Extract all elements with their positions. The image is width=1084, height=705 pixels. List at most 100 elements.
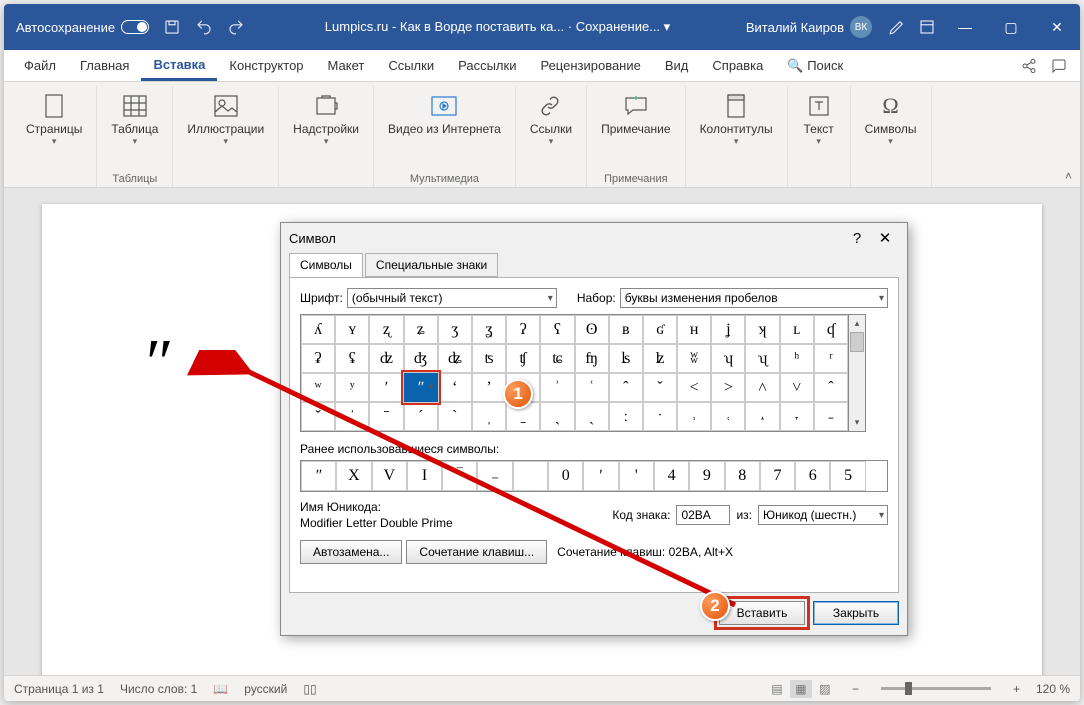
font-select[interactable]: (обычный текст): [347, 288, 557, 308]
zoom-level[interactable]: 120 %: [1036, 682, 1070, 696]
symbol-cell[interactable]: ˔: [745, 402, 779, 431]
symbol-cell[interactable]: ʪ: [609, 344, 643, 373]
btn-symbols[interactable]: ΩСимволы▾: [857, 90, 925, 149]
collapse-ribbon-icon[interactable]: ˄: [1065, 169, 1072, 183]
symbol-cell[interactable]: ʤ: [404, 344, 438, 373]
symbol-cell[interactable]: ˅: [780, 373, 814, 402]
zoom-out-button[interactable]: −: [852, 682, 859, 696]
toggle-switch[interactable]: [121, 20, 149, 34]
symbol-cell[interactable]: ʣ: [369, 344, 403, 373]
recent-cell[interactable]: X: [336, 461, 371, 491]
undo-icon[interactable]: [195, 18, 213, 36]
symbol-cell[interactable]: ˉ: [369, 402, 403, 431]
symbol-cell[interactable]: ʔ: [506, 315, 540, 344]
recent-cell[interactable]: 0: [548, 461, 583, 491]
symbol-cell[interactable]: ʎ: [301, 315, 335, 344]
symbol-cell[interactable]: ʳ: [814, 344, 848, 373]
minimize-button[interactable]: —: [942, 4, 988, 50]
symbol-cell[interactable]: ʺ: [404, 373, 438, 402]
symbol-cell[interactable]: ʰ: [780, 344, 814, 373]
symbol-cell[interactable]: ʯ: [745, 344, 779, 373]
btn-addins[interactable]: Надстройки▾: [285, 90, 367, 149]
tab-search[interactable]: 🔍 Поиск: [775, 52, 855, 80]
symbol-cell[interactable]: ʐ: [369, 315, 403, 344]
autocorrect-button[interactable]: Автозамена...: [300, 540, 402, 564]
tab-references[interactable]: Ссылки: [376, 52, 446, 79]
symbol-cell[interactable]: ˈ: [335, 402, 369, 431]
zoom-slider[interactable]: [881, 687, 991, 690]
macro-icon[interactable]: ▯▯: [303, 682, 316, 696]
symbol-cell[interactable]: ˂: [677, 373, 711, 402]
symbol-cell[interactable]: ʥ: [438, 344, 472, 373]
symbol-cell[interactable]: ʻ: [438, 373, 472, 402]
redo-icon[interactable]: [227, 18, 245, 36]
symbol-cell[interactable]: ʷ: [301, 373, 335, 402]
symbol-cell[interactable]: ʕ: [540, 315, 574, 344]
symbol-cell[interactable]: ˏ: [575, 402, 609, 431]
tab-insert[interactable]: Вставка: [141, 51, 217, 81]
symbol-cell[interactable]: ː: [609, 402, 643, 431]
btn-header[interactable]: Колонтитулы▾: [692, 90, 781, 149]
symbol-cell[interactable]: ˑ: [643, 402, 677, 431]
symbol-cell[interactable]: ʑ: [404, 315, 438, 344]
share-icon[interactable]: [1016, 55, 1042, 77]
symbol-cell[interactable]: ʞ: [745, 315, 779, 344]
recent-cell[interactable]: ʹ: [583, 461, 618, 491]
tab-file[interactable]: Файл: [12, 52, 68, 79]
recent-cell[interactable]: 6: [795, 461, 830, 491]
symbol-cell[interactable]: ʢ: [335, 344, 369, 373]
ribbon-display-icon[interactable]: [918, 18, 936, 36]
symbol-cell[interactable]: ʫ: [643, 344, 677, 373]
maximize-button[interactable]: ▢: [988, 4, 1034, 50]
symbol-cell[interactable]: ʾ: [540, 373, 574, 402]
symbol-cell[interactable]: ʜ: [677, 315, 711, 344]
recent-cell[interactable]: I: [407, 461, 442, 491]
status-words[interactable]: Число слов: 1: [120, 682, 197, 696]
close-button[interactable]: ✕: [1034, 4, 1080, 50]
shortcut-button[interactable]: Сочетание клавиш...: [406, 540, 547, 564]
recent-cell[interactable]: ʺ: [301, 461, 336, 491]
symbol-cell[interactable]: ˒: [677, 402, 711, 431]
insert-button[interactable]: Вставить: [719, 601, 805, 625]
user-account[interactable]: Виталий Каиров ВК: [746, 16, 872, 38]
btn-text[interactable]: Текст▾: [794, 90, 844, 149]
symbol-cell[interactable]: ʘ: [575, 315, 609, 344]
tab-symbols[interactable]: Символы: [289, 253, 363, 277]
symbol-cell[interactable]: ʠ: [814, 315, 848, 344]
recent-cell[interactable]: 7: [760, 461, 795, 491]
recent-cell[interactable]: ': [619, 461, 654, 491]
symbol-cell[interactable]: ˆ: [814, 373, 848, 402]
btn-comment[interactable]: Примечание: [593, 90, 678, 138]
scroll-up-icon[interactable]: ▴: [849, 315, 865, 332]
symbol-cell[interactable]: ˗: [814, 402, 848, 431]
tab-special[interactable]: Специальные знаки: [365, 253, 498, 277]
symbol-cell[interactable]: ˃: [711, 373, 745, 402]
btn-table[interactable]: Таблица▾: [103, 90, 166, 149]
zoom-in-button[interactable]: +: [1013, 682, 1020, 696]
symbol-cell[interactable]: ʼ: [472, 373, 506, 402]
symbol-cell[interactable]: ʒ: [438, 315, 472, 344]
recent-cell[interactable]: V: [372, 461, 407, 491]
symbol-cell[interactable]: ʩ: [575, 344, 609, 373]
symbol-cell[interactable]: ʏ: [335, 315, 369, 344]
save-icon[interactable]: [163, 18, 181, 36]
scroll-down-icon[interactable]: ▾: [849, 414, 865, 431]
autosave-toggle[interactable]: Автосохранение: [16, 20, 149, 35]
btn-video[interactable]: Видео из Интернета: [380, 90, 509, 138]
symbol-cell[interactable]: ʬ: [677, 344, 711, 373]
scroll-thumb[interactable]: [850, 332, 864, 352]
recent-cell[interactable]: 8: [725, 461, 760, 491]
symbol-cell[interactable]: ˇ: [643, 373, 677, 402]
symbol-cell[interactable]: ˕: [780, 402, 814, 431]
tab-layout[interactable]: Макет: [316, 52, 377, 79]
symbol-cell[interactable]: ʛ: [643, 315, 677, 344]
read-mode-icon[interactable]: ▤: [766, 680, 788, 698]
status-page[interactable]: Страница 1 из 1: [14, 682, 104, 696]
btn-pages[interactable]: Страницы▾: [18, 90, 90, 149]
symbol-cell[interactable]: ʓ: [472, 315, 506, 344]
symbol-cell[interactable]: ˌ: [472, 402, 506, 431]
symbol-cell[interactable]: ʧ: [506, 344, 540, 373]
recent-cell[interactable]: ₋: [477, 461, 512, 491]
btn-illustrations[interactable]: Иллюстрации▾: [179, 90, 272, 149]
symbol-cell[interactable]: ʮ: [711, 344, 745, 373]
